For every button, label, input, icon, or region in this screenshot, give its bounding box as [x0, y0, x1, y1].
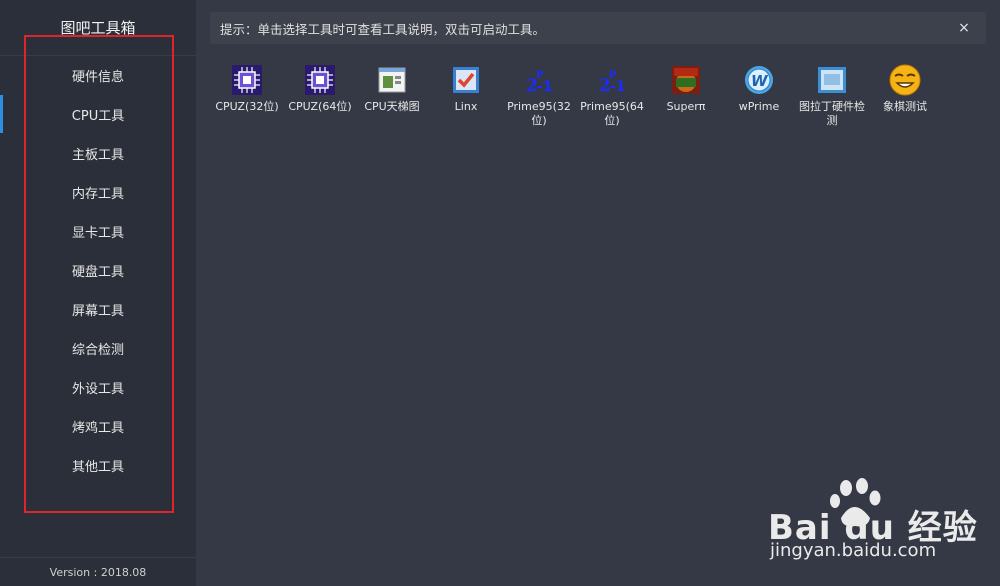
sidebar-item-screen-tools[interactable]: 屏幕工具 — [0, 290, 196, 329]
tool-wprime[interactable]: W wPrime — [723, 64, 795, 114]
sidebar-item-disk-tools[interactable]: 硬盘工具 — [0, 251, 196, 290]
sidebar-item-stress-tools[interactable]: 烤鸡工具 — [0, 407, 196, 446]
pss-icon — [816, 64, 848, 96]
prime95-icon: 2 P -1 — [596, 64, 628, 96]
prime95-icon: 2 P -1 — [523, 64, 555, 96]
sidebar: 图吧工具箱 硬件信息 CPU工具 主板工具 内存工具 显卡工具 硬盘工具 屏幕工… — [0, 0, 196, 586]
tool-label: 图拉丁硬件检测 — [799, 100, 865, 127]
tool-prime95-64[interactable]: 2 P -1 Prime95(64位) — [576, 64, 648, 128]
checkbox-icon — [450, 64, 482, 96]
cpuz-icon — [304, 64, 336, 96]
tool-label: wPrime — [738, 100, 780, 113]
tool-tulading[interactable]: 图拉丁硬件检测 — [796, 64, 868, 128]
sidebar-item-gpu-tools[interactable]: 显卡工具 — [0, 212, 196, 251]
app-title: 图吧工具箱 — [0, 0, 196, 56]
tool-label: CPU天梯图 — [364, 100, 420, 113]
sidebar-item-memory-tools[interactable]: 内存工具 — [0, 173, 196, 212]
main-panel: 提示：单击选择工具时可查看工具说明，双击可启动工具。 × CPUZ(32位) C… — [196, 0, 1000, 586]
tool-label: Prime95(32位) — [507, 100, 571, 127]
version-label: Version : 2018.08 — [0, 557, 196, 586]
sidebar-item-comprehensive-test[interactable]: 综合检测 — [0, 329, 196, 368]
tool-label: CPUZ(32位) — [215, 100, 279, 113]
tool-label: Linx — [454, 100, 478, 113]
tool-linx[interactable]: Linx — [430, 64, 502, 114]
wprime-icon: W — [743, 64, 775, 96]
svg-text:-1: -1 — [537, 79, 553, 95]
tool-chess-test[interactable]: 象棋测试 — [869, 64, 941, 114]
sidebar-item-peripheral-tools[interactable]: 外设工具 — [0, 368, 196, 407]
tool-cpu-ladder[interactable]: CPU天梯图 — [356, 64, 428, 114]
tool-label: Prime95(64位) — [580, 100, 644, 127]
svg-text:-1: -1 — [610, 79, 626, 95]
svg-text:W: W — [751, 72, 769, 90]
hint-bar: 提示：单击选择工具时可查看工具说明，双击可启动工具。 × — [210, 12, 986, 44]
hint-text: 提示：单击选择工具时可查看工具说明，双击可启动工具。 — [220, 21, 546, 37]
tool-prime95-32[interactable]: 2 P -1 Prime95(32位) — [503, 64, 575, 128]
smiley-icon — [889, 64, 921, 96]
tool-superpi[interactable]: Superπ — [650, 64, 722, 114]
sidebar-item-cpu-tools[interactable]: CPU工具 — [0, 95, 196, 134]
tool-cpuz-64[interactable]: CPUZ(64位) — [284, 64, 356, 114]
close-icon[interactable]: × — [952, 16, 976, 40]
sidebar-item-motherboard-tools[interactable]: 主板工具 — [0, 134, 196, 173]
sidebar-item-hardware-info[interactable]: 硬件信息 — [0, 56, 196, 95]
tool-label: 象棋测试 — [883, 100, 927, 113]
sidebar-item-other-tools[interactable]: 其他工具 — [0, 446, 196, 485]
cpuz-icon — [231, 64, 263, 96]
chart-window-icon — [376, 64, 408, 96]
tool-label: Superπ — [666, 100, 706, 113]
tool-label: CPUZ(64位) — [288, 100, 352, 113]
tool-cpuz-32[interactable]: CPUZ(32位) — [211, 64, 283, 114]
superpi-icon — [670, 64, 702, 96]
